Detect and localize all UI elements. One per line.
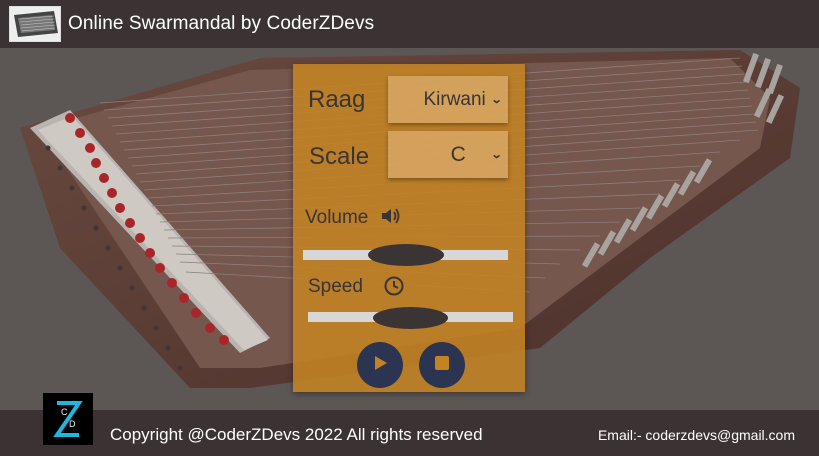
chevron-down-icon: ⌄ bbox=[490, 94, 503, 106]
coderzdevs-logo: C D bbox=[43, 393, 93, 445]
play-icon bbox=[372, 355, 388, 376]
raag-select[interactable]: Kirwani ⌄ bbox=[388, 76, 508, 123]
volume-slider-thumb[interactable] bbox=[368, 244, 444, 266]
app-header: Online Swarmandal by CoderZDevs bbox=[0, 0, 819, 48]
scale-value: C bbox=[450, 142, 466, 166]
stop-button[interactable] bbox=[419, 342, 465, 388]
svg-text:D: D bbox=[69, 419, 76, 429]
swarmandal-logo-icon bbox=[9, 6, 61, 42]
chevron-down-icon: ⌄ bbox=[490, 149, 503, 161]
raag-label: Raag bbox=[308, 86, 366, 113]
contact-email[interactable]: Email:- coderzdevs@gmail.com bbox=[598, 427, 795, 443]
speaker-icon bbox=[381, 207, 401, 230]
scale-select[interactable]: C ⌄ bbox=[388, 131, 508, 178]
copyright-text: Copyright @CoderZDevs 2022 All rights re… bbox=[110, 425, 483, 444]
control-panel: Raag Kirwani ⌄ Scale C ⌄ Volume Speed bbox=[293, 64, 525, 392]
app-title: Online Swarmandal by CoderZDevs bbox=[68, 13, 375, 34]
raag-value: Kirwani bbox=[423, 88, 486, 110]
svg-text:C: C bbox=[61, 407, 68, 417]
play-button[interactable] bbox=[357, 342, 403, 388]
speed-label: Speed bbox=[308, 276, 363, 297]
speed-slider-thumb[interactable] bbox=[373, 307, 448, 329]
scale-label: Scale bbox=[309, 143, 370, 170]
stop-icon bbox=[434, 355, 450, 376]
clock-icon bbox=[383, 275, 405, 302]
volume-label: Volume bbox=[305, 207, 369, 228]
